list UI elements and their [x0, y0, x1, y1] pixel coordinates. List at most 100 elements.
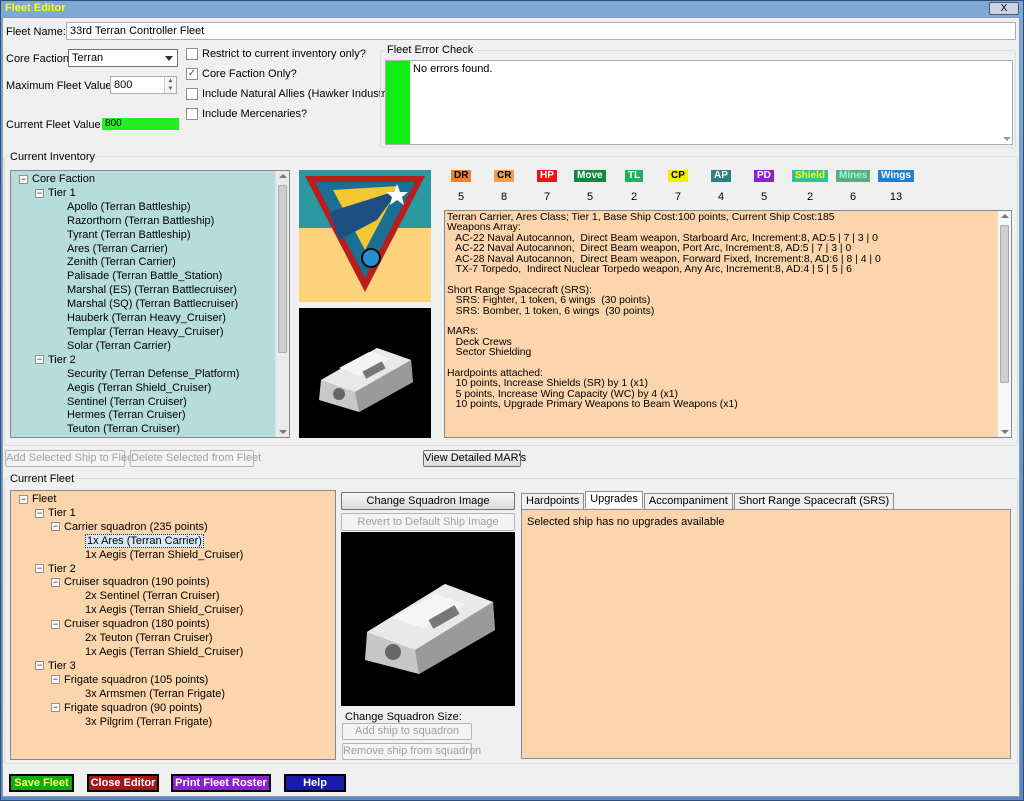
close-editor-button[interactable]: Close Editor — [87, 774, 159, 792]
stat-badge-hp: HP — [537, 170, 557, 182]
stat-value-mines: 6 — [849, 191, 857, 203]
tree-node-tier-label: Tier 2 — [48, 353, 76, 366]
tree-node-tier-label: Tier 1 — [48, 186, 76, 199]
scroll-down-icon[interactable] — [279, 430, 287, 434]
core-faction-select[interactable]: Terran — [68, 49, 178, 67]
tree-node-tier[interactable]: − Tier 2 — [15, 563, 331, 577]
stat-badge-ap: AP — [711, 170, 731, 182]
tree-node-tier[interactable]: − Tier 2 — [15, 354, 285, 368]
change-squadron-image-button[interactable]: Change Squadron Image — [341, 492, 515, 510]
details-scrollbar[interactable] — [997, 211, 1011, 437]
collapse-icon[interactable]: − — [35, 661, 44, 671]
tree-node-ship[interactable]: 3x Pilgrim (Terran Frigate) — [15, 716, 331, 730]
tree-node-ship[interactable]: Solar (Terran Carrier) — [15, 340, 285, 354]
tree-node-ship[interactable]: 3x Armsmen (Terran Frigate) — [15, 688, 331, 702]
tree-node-tier[interactable]: − Tier 1 — [15, 187, 285, 201]
tree-node-ship-selected[interactable]: 1x Ares (Terran Carrier) — [15, 533, 331, 549]
tab-upgrades[interactable]: Upgrades — [585, 491, 643, 508]
tree-node-ship[interactable]: 2x Sentinel (Terran Cruiser) — [15, 590, 331, 604]
collapse-icon[interactable]: − — [19, 494, 28, 504]
tree-node-squadron[interactable]: − Frigate squadron (105 points) — [15, 674, 331, 688]
stat-badge-cp: CP — [668, 170, 688, 182]
tree-node-ship-label: Hauberk (Terran Heavy_Cruiser) — [67, 312, 226, 325]
spin-up-icon[interactable]: ▲ — [165, 77, 176, 85]
tree-node-ship[interactable]: Tyrant (Terran Battleship) — [15, 229, 285, 243]
stat-badge-mines: Mines — [836, 170, 871, 182]
tree-node-squadron[interactable]: − Cruiser squadron (180 points) — [15, 618, 331, 632]
scroll-thumb[interactable] — [1000, 225, 1009, 383]
scroll-down-icon[interactable] — [1003, 137, 1011, 141]
tree-node-squadron[interactable]: − Cruiser squadron (190 points) — [15, 576, 331, 590]
tree-node-ship[interactable]: Razorthorn (Terran Battleship) — [15, 215, 285, 229]
max-fleet-value-stepper[interactable]: 800 ▲ ▼ — [110, 76, 177, 94]
ship-detail-line: 10 points, Upgrade Primary Weapons to Be… — [447, 399, 738, 411]
tree-node-ship[interactable]: Security (Terran Defense_Platform) — [15, 368, 285, 382]
tree-node-ship[interactable]: Palisade (Terran Battle_Station) — [15, 270, 285, 284]
tree-node-ship[interactable]: 1x Aegis (Terran Shield_Cruiser) — [15, 604, 331, 618]
tree-node-ship[interactable]: Sentinel (Terran Cruiser) — [15, 396, 285, 410]
tree-node-tier[interactable]: − Tier 1 — [15, 507, 331, 521]
collapse-icon[interactable]: − — [51, 619, 60, 629]
add-ship-to-squadron-button[interactable]: Add ship to squadron — [342, 723, 472, 740]
tree-node-ship[interactable]: Aegis (Terran Shield_Cruiser) — [15, 382, 285, 396]
tab-srs[interactable]: Short Range Spacecraft (SRS) — [733, 493, 895, 510]
tab-accompaniment[interactable]: Accompaniment — [643, 493, 733, 510]
tree-node-tier[interactable]: − Tier 3 — [15, 660, 331, 674]
fleet-name-input[interactable]: 33rd Terran Controller Fleet — [66, 22, 1016, 40]
collapse-icon[interactable]: − — [35, 564, 44, 574]
tree-node-ship[interactable]: Marshal (SQ) (Terran Battlecruiser) — [15, 298, 285, 312]
collapse-icon[interactable]: − — [51, 522, 60, 532]
scroll-down-icon[interactable] — [1001, 430, 1009, 434]
inventory-scrollbar[interactable] — [275, 171, 289, 437]
tree-node-squadron[interactable]: − Carrier squadron (235 points) — [15, 521, 331, 535]
title-bar[interactable]: Fleet Editor X — [1, 1, 1023, 17]
remove-ship-from-squadron-button[interactable]: Remove ship from squadron — [342, 743, 481, 760]
tree-node-ship[interactable]: Hauberk (Terran Heavy_Cruiser) — [15, 312, 285, 326]
fleet-tree[interactable]: − Fleet − Tier 1− Carrier squadron (235 poin… — [10, 490, 336, 760]
help-button[interactable]: Help — [284, 774, 346, 792]
current-inventory-title: Current Inventory — [8, 151, 97, 163]
stat-value-cr: 8 — [500, 191, 508, 203]
restrict-inventory-checkbox[interactable]: Restrict to current inventory only? — [186, 48, 366, 60]
tree-node-ship[interactable]: Teuton (Terran Cruiser) — [15, 423, 285, 437]
delete-from-fleet-button[interactable]: Delete Selected from Fleet — [130, 450, 261, 467]
tab-hardpoints[interactable]: Hardpoints — [521, 493, 585, 510]
tree-node-ship[interactable]: Hermes (Terran Cruiser) — [15, 409, 285, 423]
tree-node-ship[interactable]: Apollo (Terran Battleship) — [15, 201, 285, 215]
tree-node-ship[interactable]: 1x Aegis (Terran Shield_Cruiser) — [15, 549, 331, 563]
collapse-icon[interactable]: − — [35, 355, 44, 365]
revert-image-button[interactable]: Revert to Default Ship Image — [341, 513, 515, 531]
error-scrollbar[interactable] — [1000, 61, 1012, 144]
collapse-icon[interactable]: − — [19, 174, 28, 184]
collapse-icon[interactable]: − — [35, 508, 44, 518]
mercenaries-checkbox[interactable]: Include Mercenaries? — [186, 108, 307, 120]
tree-node-ship[interactable]: 1x Aegis (Terran Shield_Cruiser) — [15, 646, 331, 660]
scroll-up-icon[interactable] — [1001, 214, 1009, 218]
inventory-tree[interactable]: − Core Faction − Tier 1 Apollo (Terran Battl… — [10, 170, 290, 438]
tree-node-core-faction[interactable]: − Core Faction — [15, 173, 285, 187]
tree-node-squadron[interactable]: − Frigate squadron (90 points) — [15, 702, 331, 716]
tree-node-ship[interactable]: Zenith (Terran Carrier) — [15, 256, 285, 270]
tree-node-ship[interactable]: Templar (Terran Heavy_Cruiser) — [15, 326, 285, 340]
tree-node-ship-label: Marshal (SQ) (Terran Battlecruiser) — [67, 298, 239, 311]
spin-buttons[interactable]: ▲ ▼ — [164, 77, 176, 93]
tree-node-fleet[interactable]: − Fleet — [15, 493, 331, 507]
scroll-up-icon[interactable] — [279, 174, 287, 178]
collapse-icon[interactable]: − — [51, 675, 60, 685]
view-mars-button[interactable]: View Detailed MAR's — [423, 450, 526, 467]
tree-node-ship[interactable]: Marshal (ES) (Terran Battlecruiser) — [15, 284, 285, 298]
save-fleet-button[interactable]: Save Fleet — [9, 774, 74, 792]
collapse-icon[interactable]: − — [51, 578, 60, 588]
spin-down-icon[interactable]: ▼ — [165, 85, 176, 93]
core-faction-only-checkbox[interactable]: ✓ Core Faction Only? — [186, 68, 297, 80]
natural-allies-checkbox[interactable]: Include Natural Allies (Hawker Industrie… — [186, 88, 403, 100]
close-window-button[interactable]: X — [989, 2, 1019, 15]
scroll-thumb[interactable] — [278, 185, 287, 353]
collapse-icon[interactable]: − — [51, 703, 60, 713]
tree-node-ship[interactable]: 2x Teuton (Terran Cruiser) — [15, 632, 331, 646]
tree-node-ship[interactable]: Ares (Terran Carrier) — [15, 243, 285, 257]
add-ship-to-fleet-button[interactable]: Add Selected Ship to Fleet — [5, 450, 136, 467]
print-fleet-roster-button[interactable]: Print Fleet Roster — [171, 774, 271, 792]
checkbox-box — [186, 48, 198, 60]
collapse-icon[interactable]: − — [35, 188, 44, 198]
